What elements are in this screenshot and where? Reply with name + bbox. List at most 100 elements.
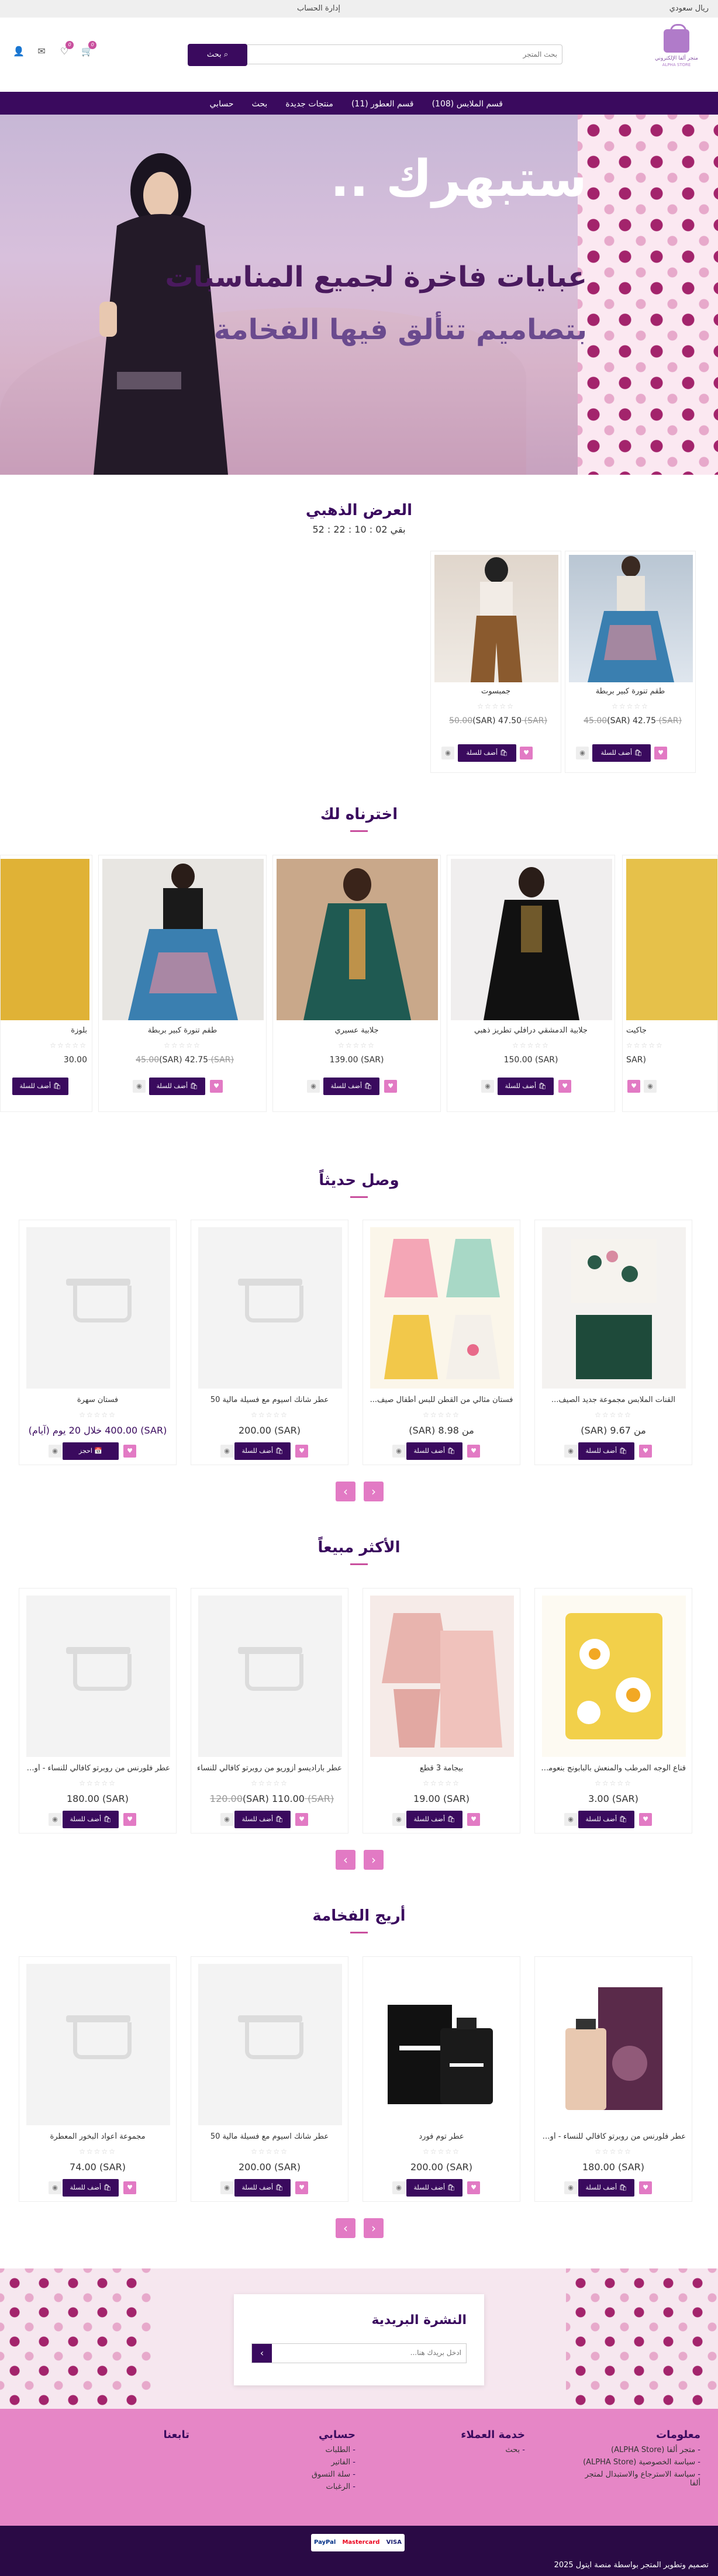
compare-eye-icon[interactable]: ◉ <box>564 1445 577 1458</box>
product-name[interactable]: عطر باراديسو أزوريو من روبرتو كافالي للن… <box>197 1764 342 1773</box>
cart-icon[interactable]: 🛒 0 <box>79 41 97 57</box>
carousel-prev-button[interactable]: ‹ <box>364 1482 384 1501</box>
carousel-next-button[interactable]: › <box>336 1482 355 1501</box>
product-image[interactable] <box>370 1227 514 1389</box>
newsletter-email-input[interactable] <box>286 2349 461 2357</box>
footer-link[interactable]: الفاتير <box>233 2458 355 2467</box>
footer-link[interactable]: بحث <box>402 2446 525 2454</box>
wishlist-heart-icon[interactable]: ♥ <box>295 2181 308 2194</box>
placeholder-basket-icon[interactable] <box>198 1964 342 2125</box>
nav-item-search[interactable]: بحث <box>252 99 268 109</box>
compare-eye-icon[interactable]: ◉ <box>220 2181 233 2194</box>
nav-item-perfumes[interactable]: قسم العطور (11) <box>351 99 414 109</box>
product-name[interactable]: عطر شانك اسيوم مع فسيلة مالية 50 <box>197 1396 342 1404</box>
user-icon[interactable]: 👤 <box>11 46 27 57</box>
compare-eye-icon[interactable]: ◉ <box>644 1080 657 1093</box>
product-name[interactable]: فستان مثالي من القطن للبس أطفال صيف... <box>369 1396 514 1404</box>
product-image[interactable] <box>102 859 264 1020</box>
nav-item-clothing[interactable]: قسم الملابس (108) <box>432 99 503 109</box>
add-to-cart-button[interactable]: 🛍 أضف للسلة <box>592 744 651 762</box>
product-image[interactable] <box>1 859 89 1020</box>
currency-selector[interactable]: ريال سعودي <box>669 4 709 13</box>
product-image[interactable] <box>434 555 558 682</box>
wishlist-heart-icon[interactable]: ♥ <box>627 1080 640 1093</box>
compare-eye-icon[interactable]: ◉ <box>49 1813 61 1826</box>
wishlist-heart-icon[interactable]: ♥ <box>123 2181 136 2194</box>
wishlist-heart-icon[interactable]: ♥ <box>210 1080 223 1093</box>
product-image[interactable] <box>542 1227 686 1389</box>
product-image[interactable] <box>370 1596 514 1757</box>
wishlist-heart-icon[interactable]: ♥ <box>639 1813 652 1826</box>
add-to-cart-button[interactable]: 🛍 أضف للسلة <box>458 744 516 762</box>
wishlist-heart-icon[interactable]: ♥ <box>295 1813 308 1826</box>
product-name[interactable]: عطر فلورنس من روبرتو كافالي للنساء - أو … <box>25 1764 170 1773</box>
compare-eye-icon[interactable]: ◉ <box>564 1813 577 1826</box>
wishlist-heart-icon[interactable]: ♥ <box>384 1080 397 1093</box>
compare-eye-icon[interactable]: ◉ <box>392 1813 405 1826</box>
product-name[interactable]: طقم تنورة كبير بربطة <box>105 1026 260 1035</box>
footer-link[interactable]: سلة التسوق <box>233 2470 355 2479</box>
product-image[interactable] <box>542 1964 686 2125</box>
product-image[interactable] <box>569 555 693 682</box>
add-to-cart-button[interactable]: 🛍 أضف للسلة <box>406 1811 462 1828</box>
add-to-cart-button[interactable]: 🛍 أضف للسلة <box>234 1811 291 1828</box>
footer-link[interactable]: متجر ألفا (ALPHA Store) <box>578 2446 700 2454</box>
product-image[interactable] <box>626 859 717 1020</box>
carousel-next-button[interactable]: › <box>336 1850 355 1870</box>
wishlist-heart-icon[interactable]: ♥ <box>123 1445 136 1458</box>
product-image[interactable] <box>277 859 438 1020</box>
add-to-cart-button[interactable]: 🛍 أضف للسلة <box>63 1811 119 1828</box>
footer-link[interactable]: سياسة الاسترجاع والاستبدال لمتجر ألفا <box>578 2470 700 2488</box>
wishlist-heart-icon[interactable]: ♥ <box>639 2181 652 2194</box>
product-name[interactable]: عطر توم فورد <box>369 2132 514 2141</box>
product-name[interactable]: طقم تنورة كبير بربطة <box>571 687 689 696</box>
placeholder-basket-icon[interactable] <box>26 1964 170 2125</box>
product-name[interactable]: فستان سهرة <box>25 1396 170 1404</box>
mail-icon[interactable]: ✉ <box>33 46 50 57</box>
compare-eye-icon[interactable]: ◉ <box>220 1445 233 1458</box>
product-image[interactable] <box>451 859 612 1020</box>
carousel-prev-button[interactable]: ‹ <box>364 1850 384 1870</box>
placeholder-basket-icon[interactable] <box>26 1227 170 1389</box>
add-to-cart-button[interactable]: 🛍 أضف للسلة <box>12 1078 68 1095</box>
product-name[interactable]: القنات الملابس مجموعة جديد الصيف... <box>541 1396 686 1404</box>
wishlist-heart-icon[interactable]: ♥ <box>467 2181 480 2194</box>
wishlist-heart-icon[interactable]: ♥ <box>467 1445 480 1458</box>
add-to-cart-button[interactable]: 🛍 أضف للسلة <box>234 1442 291 1460</box>
store-logo[interactable]: متجر ألفا الإلكتروني ALPHA STORE <box>650 24 703 76</box>
wishlist-heart-icon[interactable]: ♥ <box>654 747 667 759</box>
add-to-cart-button[interactable]: 🛍 أضف للسلة <box>578 1442 634 1460</box>
product-name[interactable]: جمبسوت <box>437 687 555 696</box>
compare-eye-icon[interactable]: ◉ <box>220 1813 233 1826</box>
carousel-prev-button[interactable]: ‹ <box>364 2218 384 2238</box>
product-image[interactable] <box>370 1964 514 2125</box>
product-name[interactable]: بيجامة 3 قطع <box>369 1764 514 1773</box>
search-input[interactable] <box>253 49 557 60</box>
footer-link[interactable]: الطلبات <box>233 2446 355 2454</box>
wishlist-heart-icon[interactable]: ♥ <box>558 1080 571 1093</box>
product-name[interactable]: عطر شانك اسيوم مع فسيلة مالية 50 <box>197 2132 342 2141</box>
hero-banner[interactable]: ستبهرك .. عبايات فاخرة لجميع المناسبات ب… <box>0 115 718 475</box>
nav-item-new-products[interactable]: منتجات جديدة <box>285 99 333 109</box>
book-button[interactable]: 📅 احجز <box>63 1442 119 1460</box>
wishlist-heart-icon[interactable]: ♥ <box>639 1445 652 1458</box>
product-name[interactable]: قناع الوجه المرطب والمنعش بالبابونج بنعو… <box>541 1764 686 1773</box>
compare-eye-icon[interactable]: ◉ <box>481 1080 494 1093</box>
product-name[interactable]: جاكيت <box>626 1026 714 1035</box>
carousel-next-button[interactable]: › <box>336 2218 355 2238</box>
add-to-cart-button[interactable]: 🛍 أضف للسلة <box>578 1811 634 1828</box>
footer-link[interactable]: سياسة الخصوصية (ALPHA Store) <box>578 2458 700 2467</box>
nav-item-my-account[interactable]: حسابي <box>210 99 234 109</box>
compare-eye-icon[interactable]: ◉ <box>49 2181 61 2194</box>
search-button[interactable]: ⌕ بحث <box>188 44 247 66</box>
add-to-cart-button[interactable]: 🛍 أضف للسلة <box>323 1078 379 1095</box>
wishlist-heart-icon[interactable]: ♥ <box>520 747 533 759</box>
compare-eye-icon[interactable]: ◉ <box>576 747 589 759</box>
product-name[interactable]: بلوزة <box>71 1026 87 1035</box>
compare-eye-icon[interactable]: ◉ <box>307 1080 320 1093</box>
compare-eye-icon[interactable]: ◉ <box>564 2181 577 2194</box>
product-name[interactable]: جلابية الدمشقي درافلي تطريز ذهبي <box>453 1026 609 1035</box>
compare-eye-icon[interactable]: ◉ <box>133 1080 146 1093</box>
placeholder-basket-icon[interactable] <box>198 1596 342 1757</box>
subscribe-arrow-button[interactable]: › <box>252 2344 272 2363</box>
